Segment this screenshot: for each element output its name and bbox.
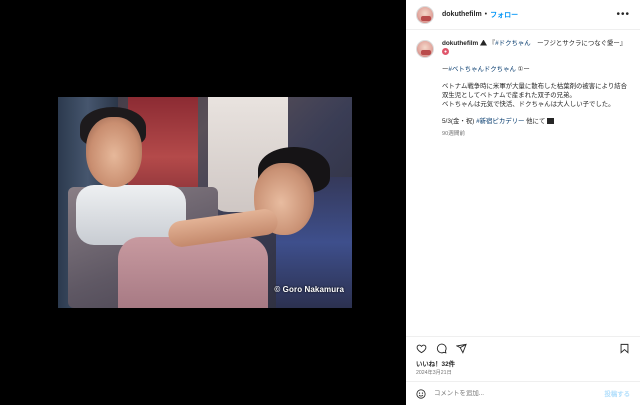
comment-bubble-icon[interactable] xyxy=(436,343,447,354)
caption-title-rest: ーフジとサクラにつなぐ愛ー』 xyxy=(530,40,627,47)
hashtag-betochan-dokuchan[interactable]: #ベトちゃんドクちゃん xyxy=(448,66,515,73)
comment-input[interactable] xyxy=(434,390,605,397)
hashtag-shinjuku-piccadilly[interactable]: #新宿ピカデリー xyxy=(476,118,524,125)
paper-plane-icon[interactable] xyxy=(456,343,467,354)
caption-avatar[interactable] xyxy=(416,40,434,58)
heart-icon[interactable] xyxy=(416,343,427,354)
photo-blanket xyxy=(118,237,268,308)
warning-emoji-icon xyxy=(480,39,487,46)
instagram-post-modal: © Goro Nakamura dokuthefilm • フォロー ••• d… xyxy=(0,0,640,405)
flower-emoji-icon xyxy=(442,48,449,55)
screening-date: 5/3(金・祝) xyxy=(442,118,477,125)
caption-subtitle-suffix: ①ー xyxy=(515,66,530,73)
bookmark-icon[interactable] xyxy=(619,343,630,354)
likes-count[interactable]: いいね！32件 xyxy=(406,360,640,369)
caption-time-ago[interactable]: 90週間前 xyxy=(442,130,630,139)
caption-body: dokuthefilm 『#ドクちゃん ーフジとサクラにつなぐ愛ー』 ー#ベトち… xyxy=(442,39,630,336)
caption-username[interactable]: dokuthefilm xyxy=(442,40,478,47)
caption-body-line1: ベトナム戦争時に米軍が大量に散布した枯葉剤の被害により結合双生児としてベトナムで… xyxy=(442,83,628,99)
photo-child-left-face xyxy=(86,117,142,187)
follow-button[interactable]: フォロー xyxy=(490,10,518,20)
post-sidebar: dokuthefilm • フォロー ••• dokuthefilm 『#ドクち… xyxy=(406,0,640,405)
caption-section: dokuthefilm 『#ドクちゃん ーフジとサクラにつなぐ愛ー』 ー#ベトち… xyxy=(406,30,640,336)
post-photo[interactable]: © Goro Nakamura xyxy=(58,97,352,308)
caption-title-line: dokuthefilm 『#ドクちゃん ーフジとサクラにつなぐ愛ー』 xyxy=(442,39,630,57)
caption-subtitle-line: ー#ベトちゃんドクちゃん ①ー xyxy=(442,65,630,74)
caption-screening-line: 5/3(金・祝) #新宿ピカデリー 他にて xyxy=(442,117,630,126)
photo-copyright: © Goro Nakamura xyxy=(274,285,344,294)
header-separator: • xyxy=(484,11,488,18)
comment-box: 投稿する xyxy=(406,381,640,405)
post-header: dokuthefilm • フォロー ••• xyxy=(406,0,640,30)
post-comment-button[interactable]: 投稿する xyxy=(604,389,630,398)
emoji-smiley-icon[interactable] xyxy=(416,388,426,399)
post-date[interactable]: 2024年3月21日 xyxy=(406,369,640,377)
screening-suffix: 他にて xyxy=(524,118,546,125)
clapperboard-emoji-icon xyxy=(547,117,555,124)
caption-body-line2: ベトちゃんは元気で快活、ドクちゃんは大人しい子でした。 xyxy=(442,101,615,108)
more-options-icon[interactable]: ••• xyxy=(616,9,630,20)
caption-description: ベトナム戦争時に米軍が大量に散布した枯葉剤の被害により結合双生児としてベトナムで… xyxy=(442,82,630,109)
hashtag-dokuchan[interactable]: #ドクちゃん xyxy=(495,40,531,47)
header-username[interactable]: dokuthefilm xyxy=(442,11,482,18)
media-panel: © Goro Nakamura xyxy=(0,0,406,405)
avatar[interactable] xyxy=(416,5,434,24)
action-bar xyxy=(406,336,640,360)
